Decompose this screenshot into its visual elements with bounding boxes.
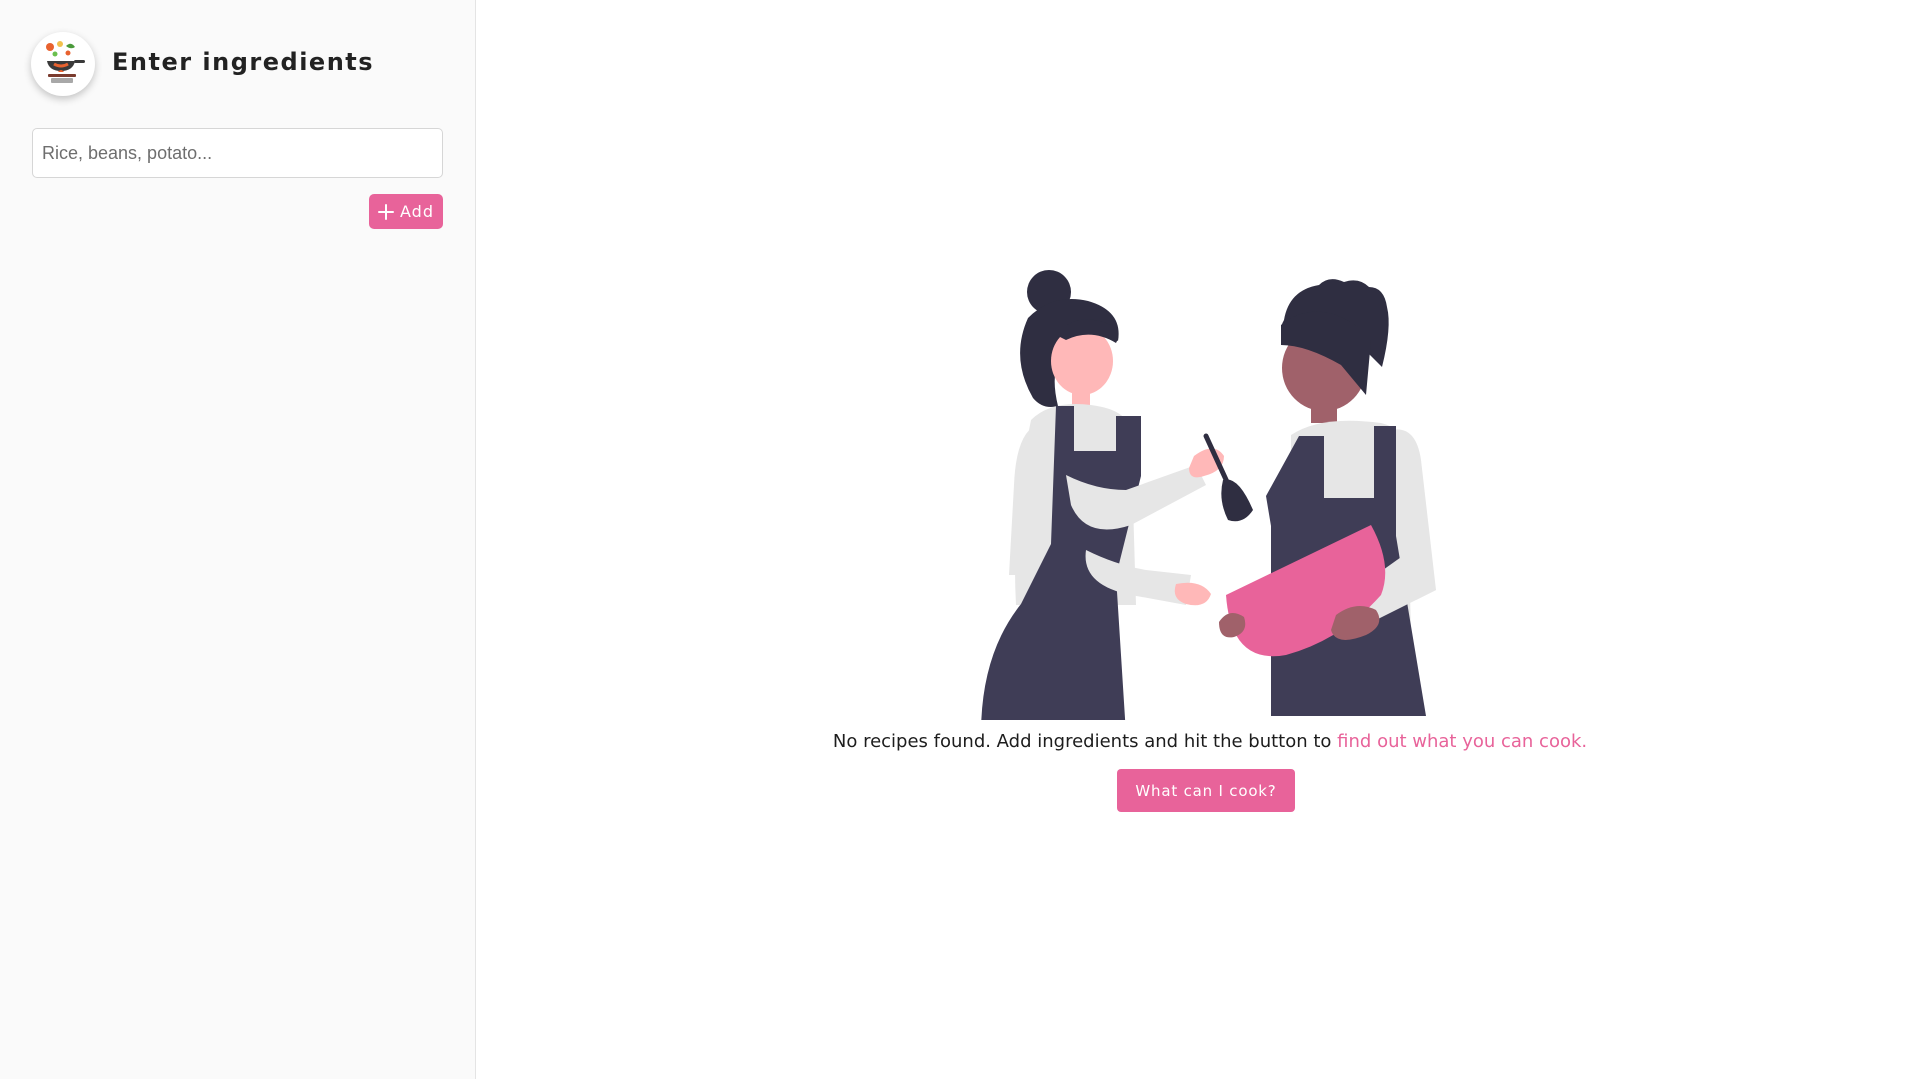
add-ingredient-button[interactable]: Add (369, 194, 443, 229)
app-logo (31, 32, 95, 96)
plus-icon (378, 203, 394, 220)
cooking-pan-icon (38, 37, 88, 92)
what-can-i-cook-button[interactable]: What can I cook? (1117, 769, 1295, 812)
main-content: No recipes found. Add ingredients and hi… (476, 0, 1919, 1079)
empty-state-message: No recipes found. Add ingredients and hi… (476, 731, 1919, 752)
empty-state-text: No recipes found. Add ingredients and hi… (832, 731, 1332, 752)
two-chefs-cooking-illustration (981, 270, 1436, 720)
find-out-link[interactable]: find out what you can cook. (1337, 731, 1587, 752)
app: Enter ingredients Add (0, 0, 1919, 1079)
add-button-label: Add (400, 202, 434, 221)
sidebar: Enter ingredients Add (0, 0, 476, 1079)
ingredient-input[interactable] (32, 128, 443, 178)
sidebar-title: Enter ingredients (112, 48, 375, 76)
